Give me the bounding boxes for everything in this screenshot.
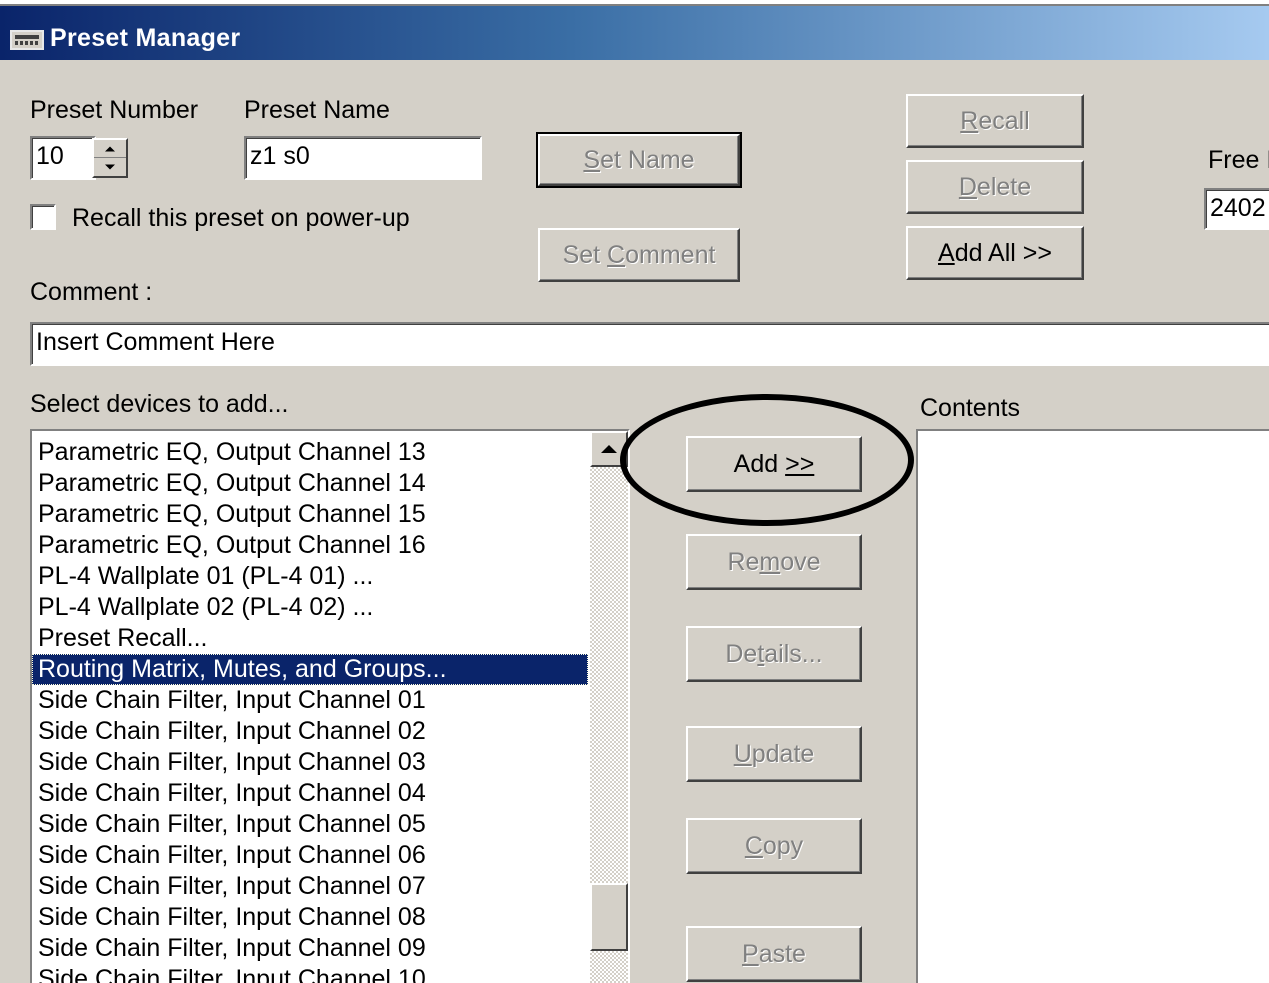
copy-label: Copy [744, 831, 804, 860]
device-list-item[interactable]: PL-4 Wallplate 02 (PL-4 02) ... [32, 592, 588, 623]
device-list-item[interactable]: Side Chain Filter, Input Channel 02 [32, 716, 588, 747]
update-label: Update [733, 739, 815, 768]
device-list-item[interactable]: Side Chain Filter, Input Channel 06 [32, 840, 588, 871]
device-list-item[interactable]: Side Chain Filter, Input Channel 08 [32, 902, 588, 933]
update-button[interactable]: Update [686, 726, 862, 782]
device-list-item[interactable]: Parametric EQ, Output Channel 14 [32, 468, 588, 499]
scroll-thumb[interactable] [590, 883, 628, 951]
device-list-item[interactable]: Side Chain Filter, Input Channel 03 [32, 747, 588, 778]
power-up-label[interactable]: Recall this preset on power-up [72, 204, 410, 233]
recall-button[interactable]: Recall [906, 94, 1084, 148]
add-all-label: Add All >> [938, 238, 1052, 267]
preset-manager-app-icon[interactable] [10, 30, 44, 50]
preset-manager-window: Preset Manager Preset Number 10 Preset N… [0, 4, 1269, 983]
recall-label: Recall [960, 106, 1030, 135]
arrow-up-icon [601, 445, 617, 453]
arrow-down-icon [105, 164, 115, 170]
preset-name-field[interactable]: z1 s0 [244, 136, 482, 180]
delete-label: Delete [958, 172, 1032, 201]
remove-button[interactable]: Remove [686, 534, 862, 590]
free-label: Free I [1208, 146, 1269, 174]
preset-number-field[interactable]: 10 [30, 136, 96, 180]
add-button[interactable]: Add >> [686, 436, 862, 492]
comment-field[interactable]: Insert Comment Here [30, 322, 1269, 366]
devices-list: Parametric EQ, Output Channel 13 Parametr… [32, 437, 588, 983]
delete-button[interactable]: Delete [906, 160, 1084, 214]
device-list-item[interactable]: Side Chain Filter, Input Channel 05 [32, 809, 588, 840]
set-comment-label: Set Comment [562, 240, 716, 269]
contents-label: Contents [920, 394, 1021, 422]
devices-listbox[interactable]: Parametric EQ, Output Channel 13 Parametr… [30, 429, 630, 983]
paste-button[interactable]: Paste [686, 926, 862, 982]
add-all-button[interactable]: Add All >> [906, 226, 1084, 280]
device-list-item[interactable]: Side Chain Filter, Input Channel 10 [32, 964, 588, 983]
devices-label: Select devices to add... [30, 390, 289, 418]
device-list-item[interactable]: PL-4 Wallplate 01 (PL-4 01) ... [32, 561, 588, 592]
scroll-up-button[interactable] [590, 431, 628, 467]
device-list-item[interactable]: Side Chain Filter, Input Channel 09 [32, 933, 588, 964]
power-up-checkbox[interactable] [30, 204, 56, 230]
preset-number-spinner[interactable] [92, 138, 128, 178]
preset-name-label: Preset Name [244, 96, 390, 124]
add-label: Add >> [733, 449, 815, 478]
arrow-up-icon [105, 146, 115, 151]
spin-down-button[interactable] [94, 158, 126, 176]
devices-scrollbar[interactable] [590, 431, 628, 983]
set-comment-button[interactable]: Set Comment [538, 228, 740, 282]
copy-button[interactable]: Copy [686, 818, 862, 874]
set-name-button[interactable]: Set Name [536, 132, 742, 188]
title-bar[interactable]: Preset Manager [0, 6, 1269, 60]
comment-label: Comment : [30, 278, 153, 306]
contents-listbox[interactable] [916, 429, 1269, 983]
device-list-item[interactable]: Parametric EQ, Output Channel 16 [32, 530, 588, 561]
paste-label: Paste [742, 939, 806, 968]
device-list-item[interactable]: Preset Recall... [32, 623, 588, 654]
set-name-label: Set Name [583, 145, 695, 174]
device-list-item[interactable]: Side Chain Filter, Input Channel 07 [32, 871, 588, 902]
preset-number-label: Preset Number [30, 96, 199, 124]
spin-up-button[interactable] [94, 140, 126, 158]
free-value-field: 2402 [1204, 188, 1269, 230]
details-label: Details... [725, 639, 823, 668]
device-list-item[interactable]: Parametric EQ, Output Channel 13 [32, 437, 588, 468]
window-title: Preset Manager [50, 24, 241, 52]
device-list-item[interactable]: Side Chain Filter, Input Channel 04 [32, 778, 588, 809]
details-button[interactable]: Details... [686, 626, 862, 682]
remove-label: Remove [727, 547, 821, 576]
device-list-item[interactable]: Side Chain Filter, Input Channel 01 [32, 685, 588, 716]
device-list-item[interactable]: Routing Matrix, Mutes, and Groups... [32, 654, 588, 685]
device-list-item[interactable]: Parametric EQ, Output Channel 15 [32, 499, 588, 530]
